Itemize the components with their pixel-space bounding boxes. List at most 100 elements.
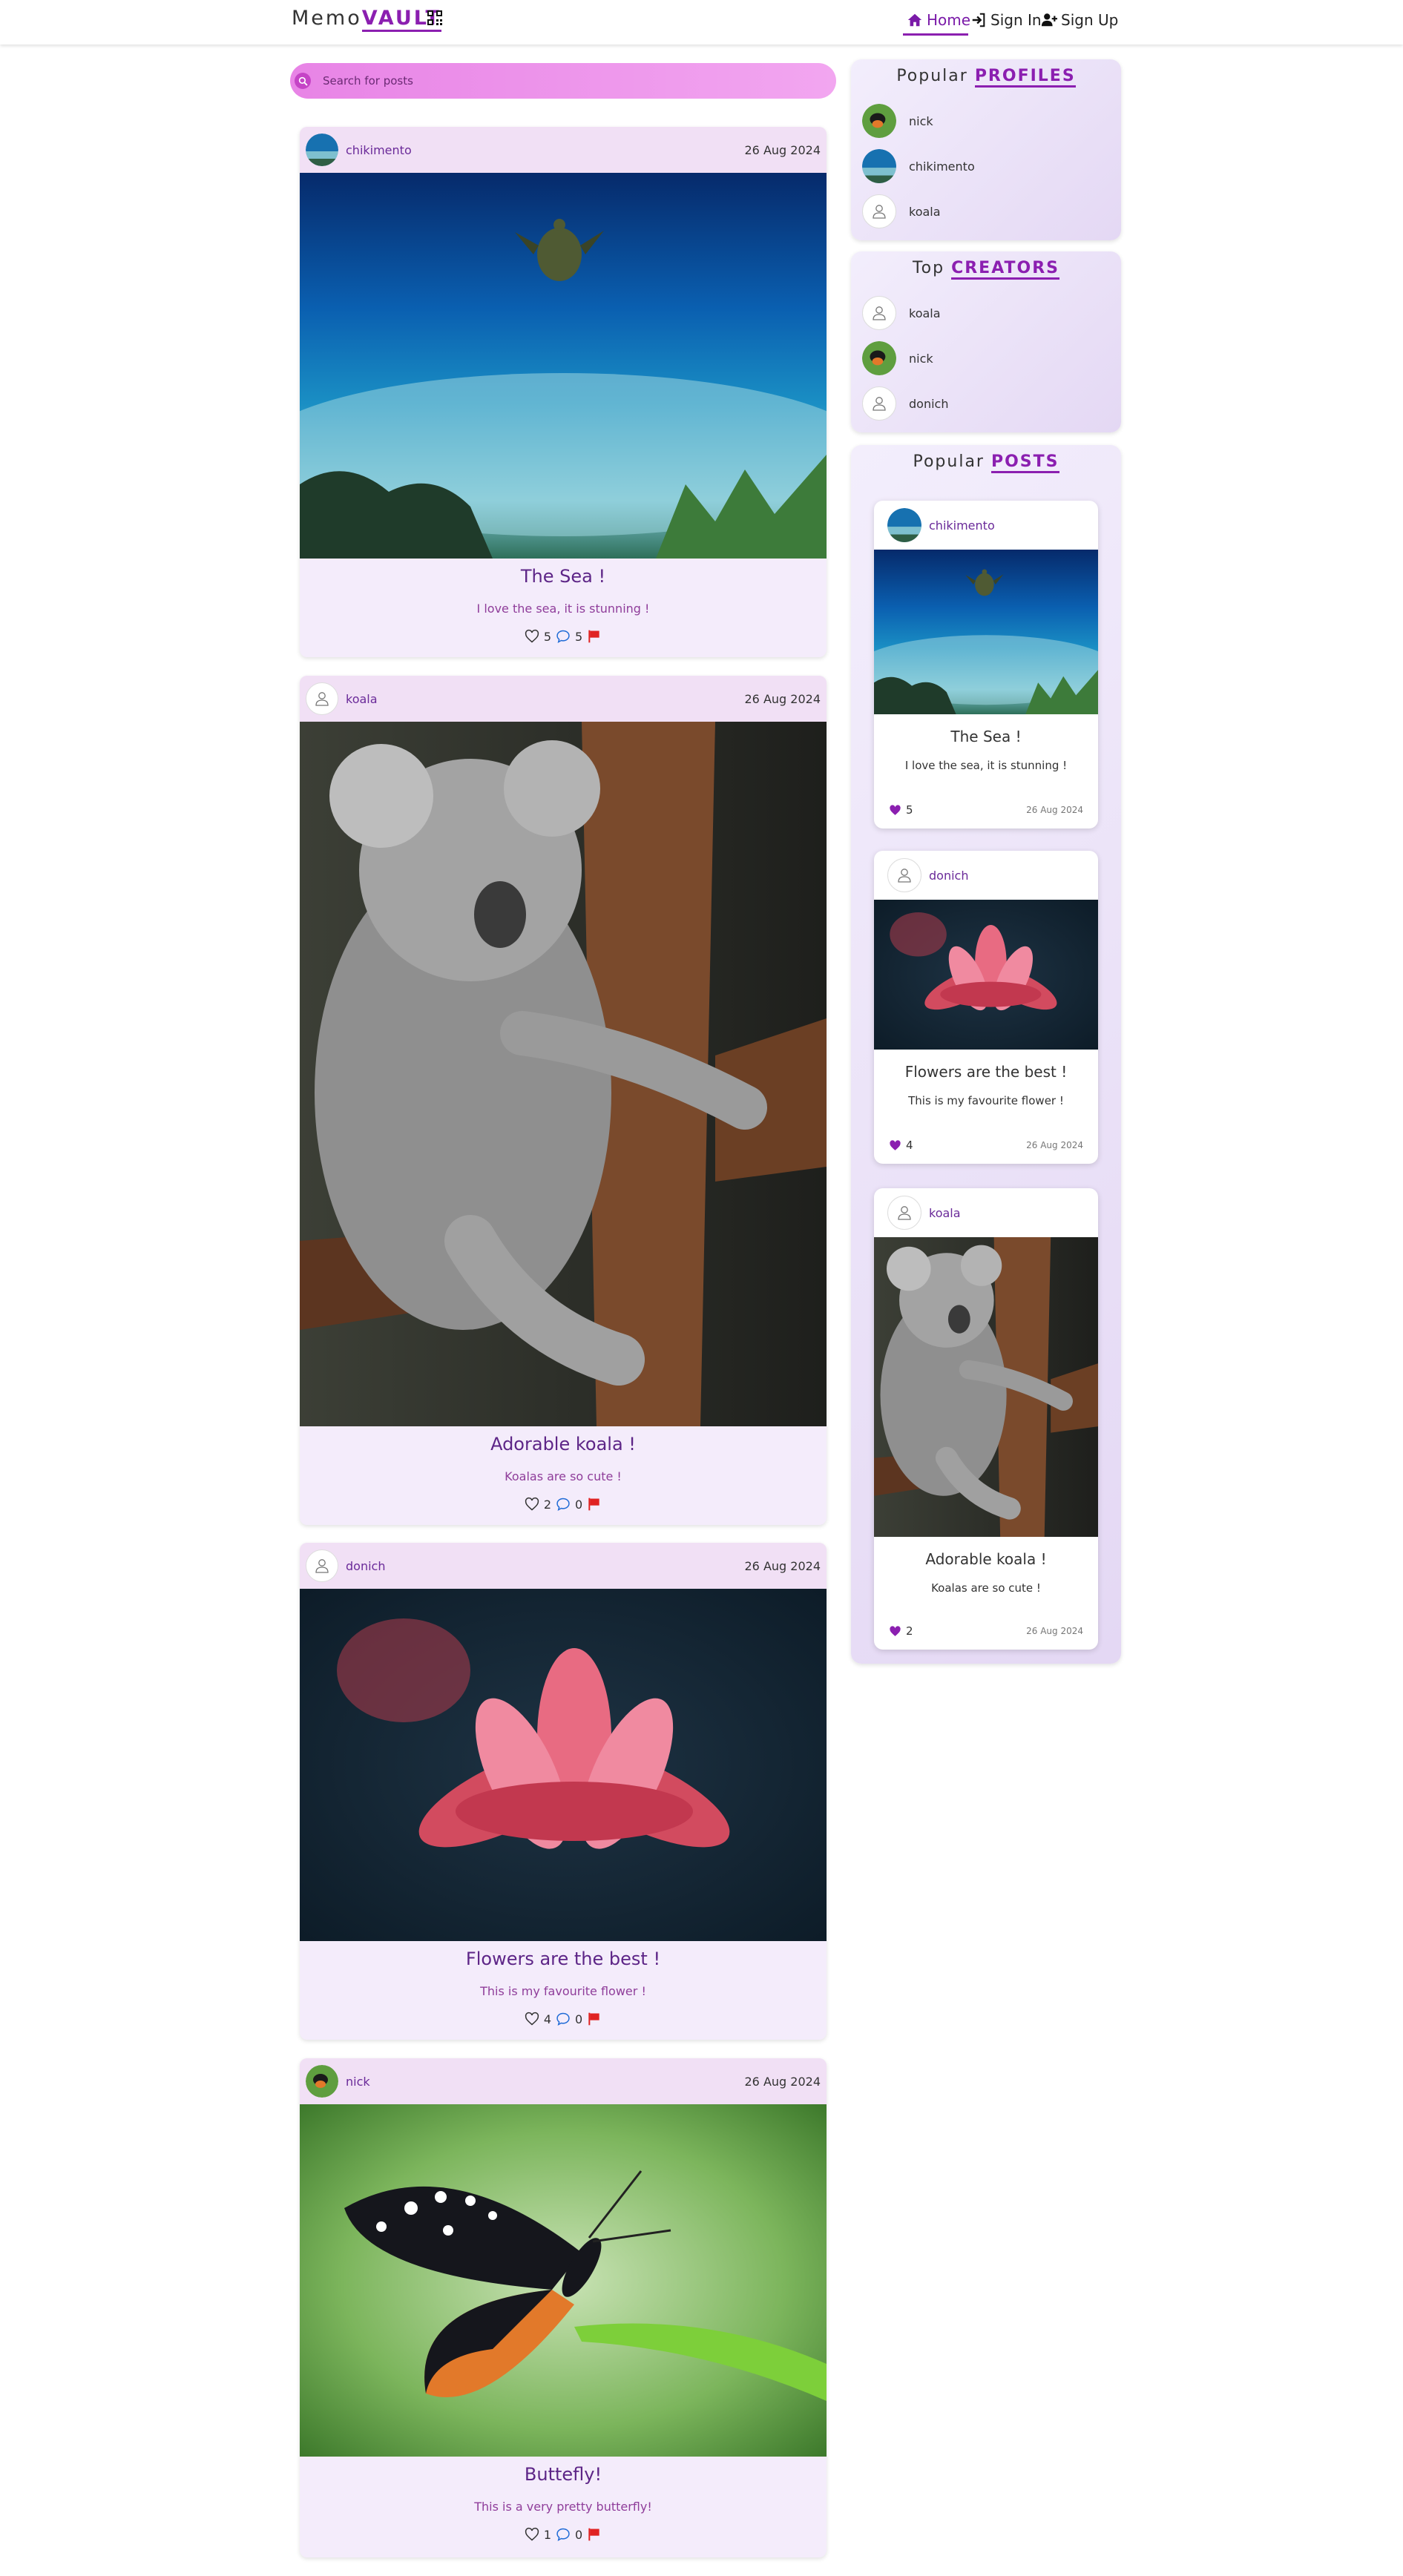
flag-icon[interactable]: [587, 629, 602, 644]
comment-icon[interactable]: [556, 2527, 571, 2542]
user-icon: [870, 395, 888, 412]
user-icon: [896, 866, 913, 884]
post-description: I love the sea, it is stunning !: [476, 602, 650, 616]
card-footer: 2 26 Aug 2024: [889, 1624, 1083, 1638]
like-count: 5: [543, 629, 551, 644]
popular-profiles-panel: Popular PROFILES nick chikimento koala: [851, 59, 1121, 240]
panel-title-accent: POSTS: [990, 452, 1059, 473]
app-logo[interactable]: MemoVAULT: [292, 7, 441, 32]
post-card: chikimento 26 Aug 2024 The Sea ! I love …: [300, 127, 827, 657]
card-description: This is my favourite flower !: [908, 1094, 1064, 1107]
post-image[interactable]: [300, 2104, 827, 2457]
search-bar: [290, 63, 836, 99]
avatar[interactable]: [306, 682, 338, 715]
avatar[interactable]: [306, 134, 338, 166]
card-image[interactable]: [874, 550, 1098, 714]
post-author[interactable]: koala: [346, 692, 378, 706]
card-header: chikimento: [874, 501, 1098, 550]
post-image[interactable]: [300, 722, 827, 1426]
flag-icon[interactable]: [587, 1497, 602, 1512]
qr-code-icon[interactable]: [427, 10, 442, 25]
creator-item[interactable]: donich: [862, 386, 948, 421]
post-image[interactable]: [300, 173, 827, 559]
panel-title: Top CREATORS: [851, 259, 1121, 280]
avatar[interactable]: [887, 1196, 921, 1230]
card-date: 26 Aug 2024: [1026, 805, 1083, 815]
nav-sign-up-link[interactable]: Sign Up: [1041, 11, 1118, 29]
card-header: donich: [874, 851, 1098, 900]
comment-count: 0: [575, 2527, 583, 2542]
heart-icon[interactable]: [889, 804, 901, 817]
nav-sign-in-link[interactable]: Sign In: [970, 11, 1042, 29]
popular-post-card[interactable]: chikimento The Sea ! I love the sea, it …: [874, 501, 1098, 829]
nav-home-link[interactable]: Home: [907, 11, 970, 29]
post-title: Buttefly!: [524, 2464, 602, 2485]
profile-item[interactable]: chikimento: [862, 149, 975, 183]
avatar: [862, 341, 896, 375]
creator-item[interactable]: koala: [862, 296, 941, 330]
profile-name: nick: [909, 113, 933, 128]
navbar: MemoVAULT Home Sign In Sign Up: [0, 0, 1403, 45]
profile-item[interactable]: koala: [862, 194, 941, 228]
card-image[interactable]: [874, 900, 1098, 1050]
comment-count: 5: [575, 629, 583, 644]
card-image[interactable]: [874, 1237, 1098, 1537]
post-card: koala 26 Aug 2024 Adorable koala ! Koala…: [300, 676, 827, 1525]
post-card: nick 26 Aug 2024 Buttefly! This is a ver…: [300, 2058, 827, 2557]
search-icon[interactable]: [295, 73, 311, 89]
avatar: [862, 104, 896, 138]
card-author[interactable]: koala: [929, 1206, 961, 1220]
post-description: Koalas are so cute !: [505, 1469, 622, 1483]
card-author[interactable]: chikimento: [929, 518, 995, 533]
avatar: [862, 149, 896, 183]
heart-icon[interactable]: [525, 629, 539, 644]
nav-active-underline: [903, 33, 968, 36]
comment-icon[interactable]: [556, 2012, 571, 2026]
card-likes: 5: [889, 803, 913, 817]
card-author[interactable]: donich: [929, 869, 968, 883]
avatar[interactable]: [887, 508, 921, 542]
card-description: I love the sea, it is stunning !: [904, 759, 1068, 772]
popular-post-card[interactable]: koala Adorable koala ! Koalas are so cut…: [874, 1188, 1098, 1650]
like-count: 4: [906, 1139, 913, 1152]
comment-icon[interactable]: [556, 1497, 571, 1512]
post-image[interactable]: [300, 1589, 827, 1941]
post-author[interactable]: nick: [346, 2075, 370, 2089]
post-author[interactable]: donich: [346, 1559, 385, 1573]
user-icon: [313, 690, 331, 708]
avatar[interactable]: [306, 2065, 338, 2098]
card-description: Koalas are so cute !: [931, 1581, 1041, 1595]
profile-name: koala: [909, 204, 941, 219]
top-creators-panel: Top CREATORS koala nick donich: [851, 251, 1121, 432]
sign-in-icon: [972, 13, 985, 27]
avatar[interactable]: [306, 1549, 338, 1582]
post-description: This is my favourite flower !: [480, 1984, 646, 1998]
avatar[interactable]: [887, 858, 921, 892]
comment-icon[interactable]: [556, 629, 571, 644]
profile-item[interactable]: nick: [862, 104, 933, 138]
flag-icon[interactable]: [587, 2012, 602, 2026]
home-icon: [907, 13, 922, 27]
like-count: 1: [543, 2527, 551, 2542]
search-input[interactable]: [323, 74, 768, 88]
heart-icon[interactable]: [525, 2527, 539, 2542]
card-header: koala: [874, 1188, 1098, 1237]
creator-item[interactable]: nick: [862, 341, 933, 375]
comment-count: 0: [575, 2012, 583, 2026]
heart-icon[interactable]: [525, 1497, 539, 1512]
heart-icon[interactable]: [525, 2012, 539, 2026]
post-author[interactable]: chikimento: [346, 143, 412, 157]
add-user-icon: [1041, 13, 1057, 27]
card-date: 26 Aug 2024: [1026, 1140, 1083, 1150]
heart-icon[interactable]: [889, 1139, 901, 1152]
card-date: 26 Aug 2024: [1026, 1626, 1083, 1636]
panel-title: Popular POSTS: [851, 452, 1121, 473]
like-count: 4: [543, 2012, 551, 2026]
post-actions: 5 5: [300, 629, 827, 644]
flag-icon[interactable]: [587, 2527, 602, 2542]
heart-icon[interactable]: [889, 1625, 901, 1638]
panel-title-prefix: Top: [912, 259, 945, 277]
nav-home-label: Home: [927, 11, 971, 29]
popular-post-card[interactable]: donich Flowers are the best ! This is my…: [874, 851, 1098, 1164]
card-likes: 2: [889, 1624, 913, 1638]
